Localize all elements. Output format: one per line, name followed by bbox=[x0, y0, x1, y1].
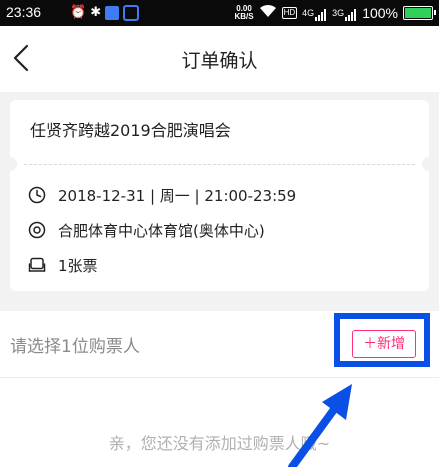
event-datetime-row: 2018-12-31 | 周一 | 21:00-23:59 bbox=[28, 184, 296, 206]
buyer-prompt: 请选择1位购票人 bbox=[10, 337, 140, 357]
nav-bar: 订单确认 bbox=[0, 26, 439, 92]
empty-message: 亲，您还没有添加过购票人哦~ bbox=[108, 434, 331, 453]
ticket-quantity-row: 1张票 bbox=[28, 254, 98, 276]
clock-icon bbox=[28, 186, 46, 204]
seat-icon bbox=[28, 257, 46, 272]
notification-icon bbox=[123, 5, 140, 21]
status-time: 23:36 bbox=[6, 4, 42, 20]
event-venue: 合肥体育中心体育馆(奥体中心) bbox=[58, 221, 265, 240]
location-icon bbox=[28, 221, 46, 239]
ticket-notch-left bbox=[3, 157, 17, 171]
status-right-icons: 0.00 KB/S HD 4G 3G 100% bbox=[234, 3, 436, 23]
network-speed: 0.00 KB/S bbox=[234, 4, 254, 21]
shield-icon bbox=[105, 6, 120, 20]
bluetooth-icon: ✱ bbox=[90, 5, 102, 20]
status-bar: 23:36 ⏰ ✱ 0.00 KB/S HD 4G 3G 100% bbox=[0, 0, 439, 26]
event-card: 任贤齐跨越2019合肥演唱会 2018-12-31 | 周一 | 21:00-2… bbox=[3, 100, 436, 291]
signal-icon-2: 3G bbox=[332, 5, 357, 21]
battery-percent: 100% bbox=[362, 5, 398, 21]
signal-icon-1: 4G bbox=[302, 5, 327, 21]
event-datetime: 2018-12-31 | 周一 | 21:00-23:59 bbox=[58, 186, 297, 205]
dashed-divider bbox=[24, 164, 415, 165]
ticket-notch-right bbox=[422, 157, 436, 171]
event-title: 任贤齐跨越2019合肥演唱会 bbox=[30, 121, 231, 140]
buyer-list-empty: 亲，您还没有添加过购票人哦~ bbox=[0, 378, 439, 467]
page-title: 订单确认 bbox=[181, 50, 258, 72]
hd-badge: HD bbox=[281, 7, 298, 19]
add-buyer-button[interactable]: ＋新增 bbox=[352, 330, 416, 358]
alarm-icon: ⏰ bbox=[70, 5, 87, 20]
wifi-icon bbox=[259, 4, 277, 22]
ticket-quantity: 1张票 bbox=[58, 256, 98, 275]
event-venue-row: 合肥体育中心体育馆(奥体中心) bbox=[28, 219, 265, 241]
battery-icon bbox=[403, 6, 436, 20]
status-left-icons: ⏰ ✱ bbox=[70, 5, 140, 21]
